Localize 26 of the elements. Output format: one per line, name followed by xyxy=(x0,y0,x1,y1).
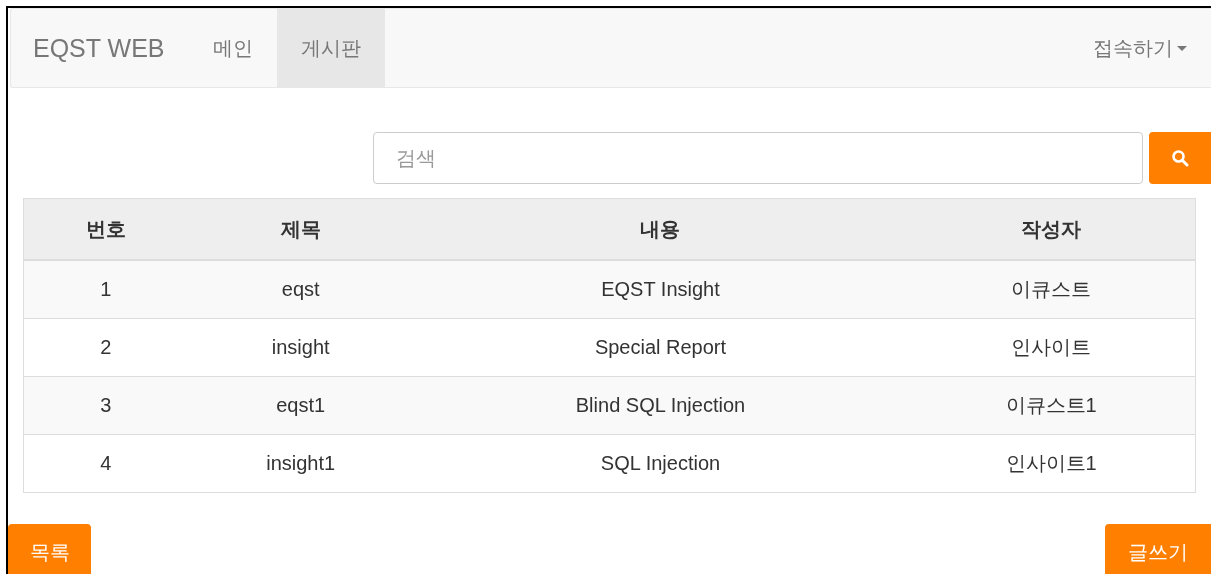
list-button[interactable]: 목록 xyxy=(8,524,91,574)
nav-link[interactable]: 메인 xyxy=(188,9,277,87)
write-button[interactable]: 글쓰기 xyxy=(1105,524,1211,574)
caret-icon xyxy=(1177,45,1187,51)
table-cell: 이큐스트 xyxy=(907,260,1196,319)
search-icon xyxy=(1171,149,1190,167)
table-cell: Blind SQL Injection xyxy=(413,376,908,435)
table-cell: 1 xyxy=(23,260,188,319)
table-cell: eqst xyxy=(187,260,414,319)
table-cell: eqst1 xyxy=(187,376,414,435)
column-header: 번호 xyxy=(23,198,188,260)
table-cell: insight1 xyxy=(187,434,414,493)
search-field[interactable]: 검색 xyxy=(373,132,1144,184)
brand-link[interactable]: EQST WEB xyxy=(11,9,189,87)
column-header: 내용 xyxy=(413,198,908,260)
nav-link[interactable]: 게시판 xyxy=(276,9,385,87)
table-cell: 3 xyxy=(23,376,188,435)
table-cell: SQL Injection xyxy=(413,434,908,493)
dropdown-toggle[interactable]: 접속하기 xyxy=(1093,9,1211,87)
table-cell: 이큐스트1 xyxy=(907,376,1196,435)
table-cell: 인사이트1 xyxy=(907,434,1196,493)
table-cell: 4 xyxy=(23,434,188,493)
column-header: 제목 xyxy=(187,198,414,260)
column-header: 작성자 xyxy=(907,198,1196,260)
search-button[interactable] xyxy=(1149,132,1211,184)
table-cell: EQST Insight xyxy=(413,260,908,319)
